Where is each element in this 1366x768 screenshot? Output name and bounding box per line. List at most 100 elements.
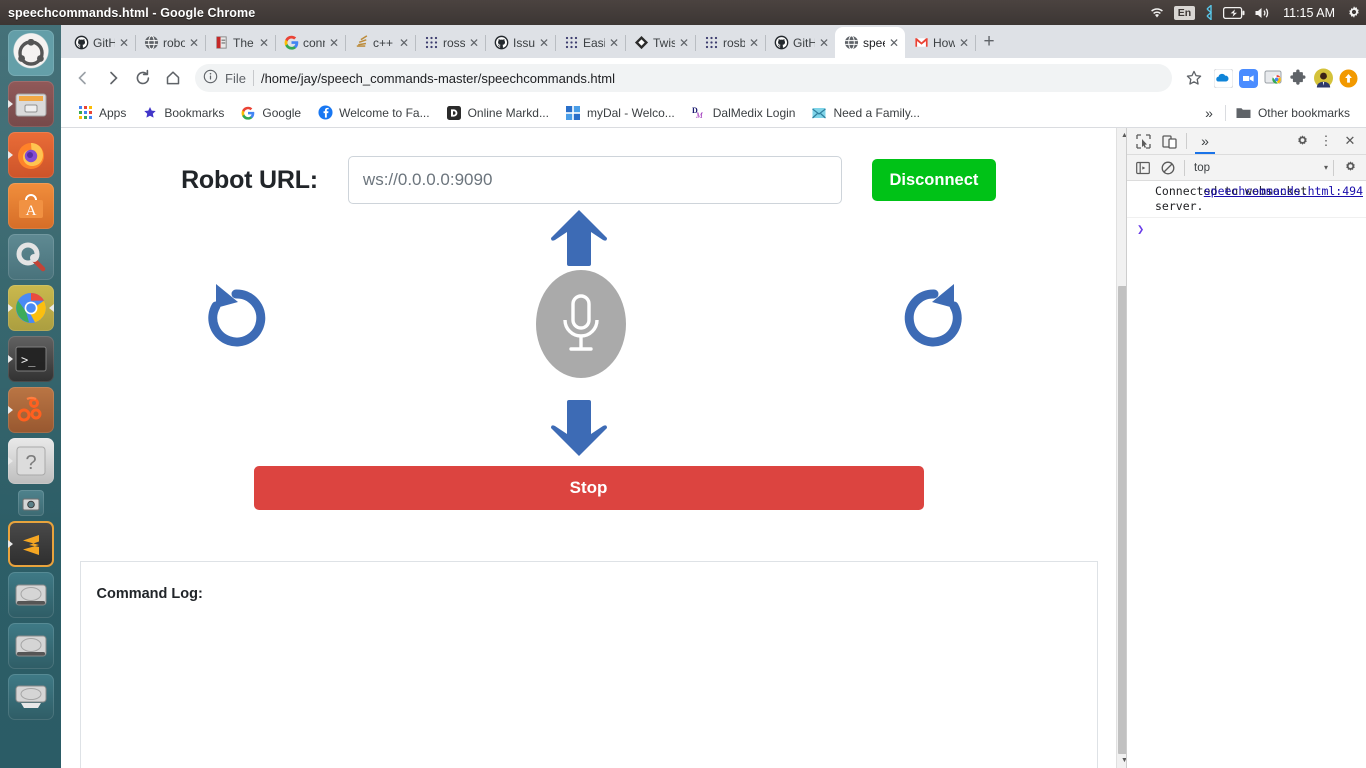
tab-close-icon[interactable]: ✕	[189, 37, 199, 49]
extensions-puzzle-icon[interactable]	[1289, 69, 1308, 88]
tab-close-icon[interactable]: ✕	[119, 37, 129, 49]
folder-icon	[1236, 105, 1252, 121]
bookmark-bookmarks[interactable]: Bookmarks	[134, 102, 232, 124]
avatar[interactable]	[1314, 68, 1333, 88]
rotate-left-button[interactable]	[198, 280, 274, 356]
tab-close-icon[interactable]: ✕	[399, 37, 409, 49]
browser-tab[interactable]: robo ✕	[135, 27, 206, 58]
tab-close-icon[interactable]: ✕	[679, 37, 689, 49]
keyboard-layout-indicator[interactable]: En	[1173, 0, 1196, 25]
gear-icon[interactable]	[1339, 157, 1361, 179]
bookmark-facebook[interactable]: Welcome to Fa...	[309, 102, 437, 124]
new-tab-button[interactable]: +	[975, 28, 1003, 56]
devtools-more-tabs-button[interactable]: »	[1193, 129, 1217, 154]
clock[interactable]: 11:15 AM	[1281, 0, 1337, 25]
volume-icon[interactable]	[1254, 0, 1272, 25]
browser-tab[interactable]: rosb ✕	[695, 27, 766, 58]
launcher-item-sublime-text[interactable]	[7, 521, 54, 567]
home-icon[interactable]	[159, 64, 187, 92]
forward-arrow-button[interactable]	[547, 208, 611, 268]
tab-close-icon[interactable]: ✕	[329, 37, 339, 49]
chrome-remote-desktop-icon[interactable]	[1264, 69, 1283, 88]
bookmark-mydal[interactable]: myDal - Welco...	[557, 102, 683, 124]
console-prompt[interactable]: ❯	[1127, 218, 1366, 240]
update-icon[interactable]	[1339, 69, 1358, 88]
info-circle-icon[interactable]	[203, 69, 218, 87]
browser-tab[interactable]: GitH ✕	[65, 27, 136, 58]
browser-tab[interactable]: Issu ✕	[485, 27, 556, 58]
launcher-item-files[interactable]	[7, 81, 54, 127]
globe-icon	[144, 35, 159, 50]
tab-close-icon[interactable]: ✕	[959, 37, 969, 49]
tab-close-icon[interactable]: ✕	[609, 37, 619, 49]
bookmarks-overflow-button[interactable]: »	[1195, 105, 1223, 121]
bookmark-need-a-family[interactable]: Need a Family...	[803, 102, 927, 124]
launcher-item-help[interactable]: ?	[7, 438, 54, 484]
gear-icon[interactable]	[1346, 0, 1362, 25]
launcher-item-disk-3[interactable]	[7, 674, 54, 720]
devtools-more-options-button[interactable]: ⋮	[1315, 130, 1337, 152]
browser-tab[interactable]: How ✕	[905, 27, 976, 58]
launcher-item-ubuntu-software[interactable]: A	[7, 183, 54, 229]
launcher-item-ubuntu-dash[interactable]	[7, 30, 54, 76]
command-log-box: Command Log:	[79, 561, 1098, 768]
tab-close-icon[interactable]: ✕	[819, 37, 829, 49]
backward-arrow-button[interactable]	[547, 396, 611, 458]
github-icon	[774, 35, 789, 50]
microphone-button[interactable]	[536, 270, 626, 378]
bluetooth-icon[interactable]	[1204, 0, 1214, 25]
bookmark-dillinger[interactable]: Online Markd...	[438, 102, 557, 124]
reload-icon[interactable]	[129, 64, 157, 92]
back-arrow-icon[interactable]	[69, 64, 97, 92]
launcher-item-ros[interactable]	[7, 387, 54, 433]
star-icon[interactable]	[1180, 64, 1208, 92]
console-context-selector[interactable]: top	[1190, 162, 1210, 174]
console-output[interactable]: Connected to websocket server. speechcom…	[1127, 181, 1366, 768]
onedrive-icon[interactable]	[1214, 68, 1233, 88]
gear-icon[interactable]	[1291, 130, 1313, 152]
launcher-item-google-chrome[interactable]	[7, 285, 54, 331]
forward-arrow-icon[interactable]	[99, 64, 127, 92]
zoom-icon[interactable]	[1239, 68, 1258, 88]
tab-close-icon[interactable]: ✕	[749, 37, 759, 49]
launcher-item-disk-2[interactable]	[7, 623, 54, 669]
bookmark-apps[interactable]: Apps	[69, 102, 134, 124]
browser-tab[interactable]: The ✕	[205, 27, 276, 58]
browser-tab[interactable]: GitH ✕	[765, 27, 836, 58]
rotate-right-icon	[904, 284, 962, 347]
console-source-link[interactable]: speechcommands.html:494	[1204, 184, 1363, 199]
other-bookmarks-button[interactable]: Other bookmarks	[1228, 102, 1358, 124]
wifi-icon[interactable]	[1149, 0, 1165, 25]
launcher-item-terminal[interactable]: >_	[7, 336, 54, 382]
launcher-item-system-tools[interactable]	[7, 234, 54, 280]
bookmark-label: Google	[262, 105, 302, 120]
rotate-right-button[interactable]	[896, 280, 972, 356]
browser-tab[interactable]: Easi ✕	[555, 27, 626, 58]
clear-console-icon[interactable]	[1157, 157, 1179, 179]
address-bar[interactable]: File /home/jay/speech_commands-master/sp…	[195, 64, 1172, 92]
tab-close-icon[interactable]: ✕	[259, 37, 269, 49]
devtools-toolbar-right: ⋮ ✕	[1291, 130, 1361, 152]
browser-tab-active[interactable]: spee ✕	[835, 27, 905, 58]
launcher-item-screenshot[interactable]	[17, 490, 44, 516]
launcher-item-firefox[interactable]	[7, 132, 54, 178]
robot-url-input[interactable]	[347, 156, 842, 204]
inspect-cursor-icon[interactable]	[1132, 130, 1154, 152]
launcher-item-disk-1[interactable]	[7, 572, 54, 618]
bookmark-google[interactable]: Google	[232, 102, 309, 124]
browser-tab[interactable]: c++ - ✕	[345, 27, 416, 58]
stop-button[interactable]: Stop	[253, 466, 924, 510]
bookmark-dalmedix[interactable]: DM DalMedix Login	[683, 102, 804, 124]
disconnect-button[interactable]: Disconnect	[871, 159, 996, 201]
console-sidebar-icon[interactable]	[1132, 157, 1154, 179]
device-toolbar-icon[interactable]	[1158, 130, 1180, 152]
tab-close-icon[interactable]: ✕	[889, 37, 899, 49]
close-icon[interactable]: ✕	[1339, 130, 1361, 152]
battery-icon[interactable]	[1223, 0, 1245, 25]
browser-tab[interactable]: Twis ✕	[625, 27, 696, 58]
chevron-down-icon[interactable]: ▾	[1324, 163, 1328, 172]
browser-tab[interactable]: ross ✕	[415, 27, 486, 58]
browser-tab[interactable]: conn ✕	[275, 27, 346, 58]
tab-close-icon[interactable]: ✕	[539, 37, 549, 49]
tab-close-icon[interactable]: ✕	[469, 37, 479, 49]
